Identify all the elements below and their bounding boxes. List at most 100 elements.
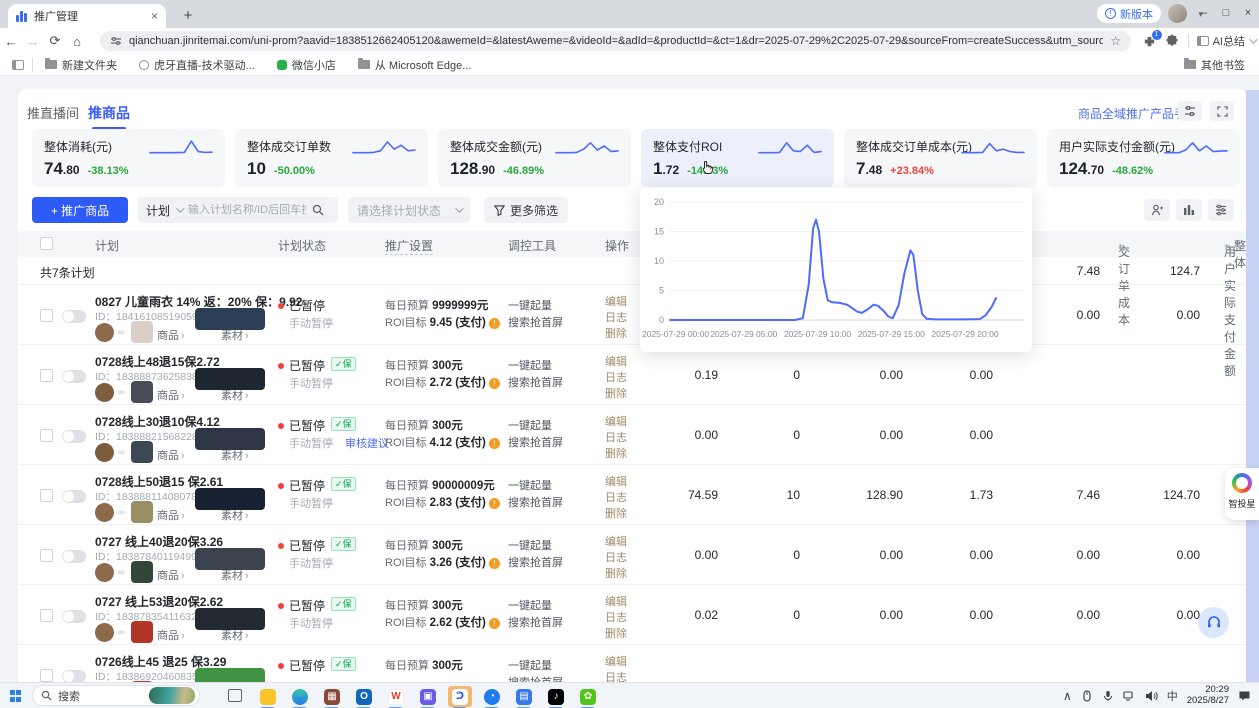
row-checkbox[interactable] — [40, 609, 53, 622]
tab-close-icon[interactable]: × — [151, 10, 158, 22]
edit-link[interactable]: 编辑 — [605, 353, 627, 369]
window-close-button[interactable]: × — [1237, 0, 1259, 26]
log-link[interactable]: 日志 — [605, 429, 627, 445]
app-blue-circle-icon[interactable]: ◔ — [480, 686, 504, 707]
layout-settings-button[interactable] — [1178, 101, 1202, 121]
column-settings-button[interactable] — [1176, 199, 1202, 221]
material-link[interactable]: 素材› — [221, 567, 249, 583]
tray-expand-icon[interactable]: ∧ — [1063, 689, 1072, 703]
site-settings-icon[interactable] — [110, 35, 122, 47]
row-toggle[interactable] — [62, 490, 86, 503]
new-tab-button[interactable]: + — [178, 6, 198, 26]
microphone-icon[interactable] — [1102, 690, 1114, 702]
edit-link[interactable]: 编辑 — [605, 473, 627, 489]
search-screen-tool[interactable]: 搜索抢首屏 — [508, 674, 563, 682]
more-filters-button[interactable]: 更多筛选 — [484, 197, 568, 223]
plan-search-input[interactable] — [188, 204, 306, 216]
stat-card[interactable]: 整体支付ROI 1 .72 -14.43% — [641, 129, 834, 187]
outlook-icon[interactable]: O — [352, 686, 376, 707]
table-settings-button[interactable] — [1208, 199, 1234, 221]
search-screen-tool[interactable]: 搜索抢首屏 — [508, 614, 563, 630]
review-suggestion-link[interactable]: 审核建议 — [345, 435, 389, 451]
fullscreen-button[interactable] — [1210, 101, 1234, 121]
home-icon[interactable]: ⌂ — [66, 34, 88, 49]
app-blue-icon[interactable]: ▤ — [512, 686, 536, 707]
row-toggle[interactable] — [62, 310, 86, 323]
product-link[interactable]: 商品› — [157, 627, 185, 643]
browser-avatar[interactable] — [1168, 4, 1187, 23]
stat-card[interactable]: 整体成交金额(元) 128 .90 -46.89% — [438, 129, 631, 187]
app-store-icon[interactable]: ▦ — [320, 686, 344, 707]
promote-product-button[interactable]: + 推广商品 — [32, 197, 128, 223]
row-toggle[interactable] — [62, 610, 86, 623]
delete-link[interactable]: 删除 — [605, 445, 627, 461]
plan-status-select[interactable]: 请选择计划状态 — [348, 197, 470, 223]
douyin-icon[interactable]: ♪ — [544, 686, 568, 707]
widget-weather-image[interactable] — [149, 687, 195, 704]
notification-icon[interactable] — [1238, 690, 1251, 702]
row-toggle[interactable] — [62, 430, 86, 443]
search-screen-tool[interactable]: 搜索抢首屏 — [508, 374, 563, 390]
volume-icon[interactable] — [1145, 690, 1158, 702]
boost-tool[interactable]: 一键起量 — [508, 417, 552, 433]
sort-icon[interactable]: ⇅ — [1118, 243, 1126, 254]
log-link[interactable]: 日志 — [605, 669, 627, 682]
tab-promote-product[interactable]: 推商品 — [88, 103, 130, 123]
extensions-puzzle-icon[interactable] — [1165, 34, 1180, 49]
bookmark-folder[interactable]: 从 Microsoft Edge... — [358, 57, 472, 73]
row-checkbox[interactable] — [40, 369, 53, 382]
taskbar-clock[interactable]: 20:29 2025/8/27 — [1187, 685, 1229, 707]
log-link[interactable]: 日志 — [605, 309, 627, 325]
delete-link[interactable]: 删除 — [605, 505, 627, 521]
boost-tool[interactable]: 一键起量 — [508, 357, 552, 373]
row-checkbox[interactable] — [40, 429, 53, 442]
log-link[interactable]: 日志 — [605, 489, 627, 505]
product-link[interactable]: 商品› — [157, 327, 185, 343]
delete-link[interactable]: 删除 — [605, 625, 627, 641]
row-checkbox[interactable] — [40, 549, 53, 562]
qianchuan-app-icon[interactable]: ᕤ — [448, 686, 472, 707]
ime-indicator[interactable]: 中 — [1167, 688, 1178, 704]
tab-live-room[interactable]: 推直播间 — [27, 103, 79, 122]
plan-search-group[interactable]: 计划 — [138, 197, 338, 223]
other-bookmarks[interactable]: 其他书签 — [1184, 57, 1245, 73]
product-link[interactable]: 商品› — [157, 507, 185, 523]
window-maximize-button[interactable]: □ — [1215, 0, 1237, 26]
bookmark-star-icon[interactable]: ☆ — [1110, 34, 1121, 48]
search-screen-tool[interactable]: 搜索抢首屏 — [508, 554, 563, 570]
material-link[interactable]: 素材› — [221, 447, 249, 463]
edit-link[interactable]: 编辑 — [605, 533, 627, 549]
bookmark-folder[interactable]: 新建文件夹 — [45, 57, 117, 73]
edit-link[interactable]: 编辑 — [605, 593, 627, 609]
delete-link[interactable]: 删除 — [605, 325, 627, 341]
forward-icon[interactable]: → — [22, 34, 44, 49]
edit-link[interactable]: 编辑 — [605, 653, 627, 669]
customer-service-button[interactable] — [1198, 607, 1229, 638]
product-link[interactable]: 商品› — [157, 447, 185, 463]
row-checkbox[interactable] — [40, 669, 53, 682]
search-type-select[interactable]: 计划 — [146, 202, 170, 219]
row-toggle[interactable] — [62, 370, 86, 383]
boost-tool[interactable]: 一键起量 — [508, 297, 552, 313]
select-all-checkbox[interactable] — [40, 237, 53, 250]
wechat-store-icon[interactable]: ✿ — [576, 686, 600, 707]
member-settings-button[interactable] — [1144, 199, 1170, 221]
mouse-device-icon[interactable] — [1081, 690, 1093, 702]
zhitouxing-widget[interactable]: 智投星 — [1225, 468, 1259, 520]
delete-link[interactable]: 删除 — [605, 385, 627, 401]
stat-card[interactable]: 整体消耗(元) 74 .80 -38.13% — [32, 129, 225, 187]
edge-browser-icon[interactable] — [288, 686, 312, 707]
boost-tool[interactable]: 一键起量 — [508, 597, 552, 613]
window-minimize-button[interactable]: – — [1193, 0, 1215, 26]
browser-tab[interactable]: 推广管理 × — [8, 4, 166, 28]
search-screen-tool[interactable]: 搜索抢首屏 — [508, 434, 563, 450]
search-icon[interactable] — [312, 204, 324, 216]
stat-card[interactable]: 整体成交订单数 10 -50.00% — [235, 129, 428, 187]
boost-tool[interactable]: 一键起量 — [508, 537, 552, 553]
task-view-button[interactable] — [228, 689, 242, 702]
material-link[interactable]: 素材› — [221, 327, 249, 343]
material-link[interactable]: 素材› — [221, 387, 249, 403]
network-icon[interactable] — [1123, 690, 1136, 702]
material-link[interactable]: 素材› — [221, 627, 249, 643]
bookmark-item[interactable]: 虎牙直播-技术驱动... — [139, 57, 255, 73]
